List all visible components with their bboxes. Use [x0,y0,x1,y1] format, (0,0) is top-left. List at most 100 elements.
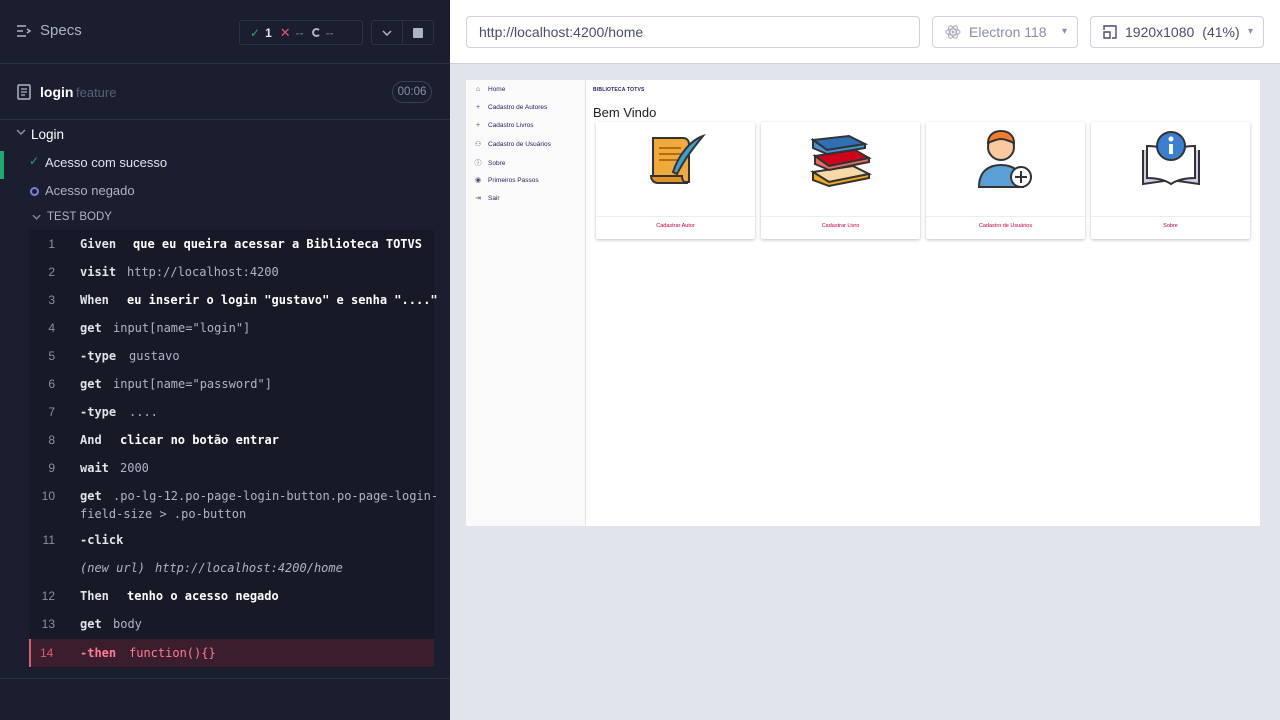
menu-item-autores[interactable]: + Cadastro de Autores [474,104,547,111]
command-number: 6 [48,377,55,391]
running-icon [30,187,39,196]
command-row[interactable]: 10 get .po-lg-12.po-page-login-button.po-p… [29,488,438,532]
preview-toolbar: http://localhost:4200/home Electron 118 … [450,0,1280,64]
test-body-toggle[interactable]: TEST BODY [32,211,112,223]
test-title: Acesso negado [45,183,135,198]
command-row-error[interactable]: 14 -then function(){} [29,639,434,667]
command-name: When [80,293,109,307]
command-number: 4 [48,321,55,335]
collapse-button[interactable] [372,21,402,44]
chevron-down-icon [32,214,41,220]
browser-label: Electron 118 [969,24,1047,40]
menu-label: Home [488,86,506,93]
new-url-value: http://localhost:4200/home [155,561,343,575]
plus-icon: + [475,122,481,129]
command-number: 12 [41,589,55,603]
menu-item-primeiros-passos[interactable]: ◉ Primeiros Passos [474,176,539,185]
x-icon: ✕ [279,24,291,40]
viewport-icon [1103,25,1117,39]
command-row[interactable]: 3 When eu inserir o login "gustavo" e senh… [29,292,437,320]
command-number: 13 [41,617,55,631]
card-cadastrar-livro[interactable]: Cadastrar Livro [761,122,920,239]
spec-file-header: login feature 00:06 [0,64,450,120]
browser-selector[interactable]: Electron 118 ▾ [932,16,1078,48]
command-row[interactable]: 4 get input[name="login"] [29,320,434,348]
menu-item-sair[interactable]: ⇥ Sair [474,194,500,203]
command-number: 14 [40,646,54,660]
menu-label: Cadastro de Autores [488,104,548,111]
specs-link[interactable]: Specs [16,22,82,39]
viewport-scale: (41%) [1202,24,1240,40]
spec-file-name: login [40,84,74,100]
new-url-row: (new url) http://localhost:4200/home [29,560,434,588]
test-row-passed[interactable]: ✓ Acesso com sucesso [0,151,450,179]
menu-item-home[interactable]: ⌂ Home [474,86,505,93]
command-row[interactable]: 7 -type.... [29,404,434,432]
new-url-label: (new url) [80,561,146,575]
chevron-down-icon: ▾ [1061,26,1067,37]
aut-preview: http://localhost:4200/home Electron 118 … [450,0,1280,720]
viewport-selector[interactable]: 1920x1080 (41%) ▾ [1090,16,1264,48]
menu-item-sobre[interactable]: ⓘ Sobre [474,158,506,168]
plus-icon: + [475,104,481,111]
command-row[interactable]: 12 Then tenho o acesso negado [29,588,434,616]
menu-label: Cadastro Livros [488,122,534,129]
command-row[interactable]: 2 visit http://localhost:4200 [29,264,434,292]
passed-bar [0,151,4,179]
viewport-size: 1920x1080 [1125,24,1195,40]
reporter-header: Specs ✓ 1 ✕ -- -- [0,0,450,64]
card-label: Sobre [1163,223,1178,229]
command-message: que eu queira acessar a Biblioteca TOTVS [133,237,422,251]
divider [926,216,1085,217]
card-sobre[interactable]: Sobre [1091,122,1250,239]
command-name: Then [80,589,109,603]
card-label: Cadastro de Usuários [978,223,1033,229]
test-stats: ✓ 1 ✕ -- -- [239,20,363,45]
stop-button[interactable] [402,21,433,44]
info-book-icon [1091,126,1250,194]
command-row[interactable]: 5 -type gustavo [29,348,434,376]
card-cadastrar-autor[interactable]: Cadastrar Autor [596,122,755,239]
test-row-running[interactable]: Acesso negado [0,179,450,203]
command-name: Given [80,237,117,251]
command-number: 7 [48,405,55,419]
command-number: 10 [41,489,55,503]
command-row[interactable]: 9 wait 2000 [29,460,434,488]
command-message: http://localhost:4200 [127,265,279,279]
command-name: -type [80,349,117,363]
command-row[interactable]: 6 get input[name="password"] [29,376,434,404]
command-message: body [113,617,142,631]
welcome-title: Bem Vindo [593,105,657,120]
command-list: 1 Given que eu queira acessar a Biblioteca… [29,230,438,668]
card-label: Cadastrar Autor [656,223,695,229]
command-message: input[name="password"] [113,377,272,391]
command-log-panel: Specs ✓ 1 ✕ -- -- login feature 00:06 Logi… [0,0,450,720]
menu-item-livros[interactable]: + Cadastro Livros [474,122,534,129]
scroll-quill-icon [596,126,755,194]
passed-count: 1 [265,25,272,40]
command-name: get [80,617,102,631]
test-title: Acesso com sucesso [45,155,168,170]
duration-badge: 00:06 [392,81,432,103]
document-icon [17,84,31,100]
command-row[interactable]: 1 Given que eu queira acessar a Biblioteca… [29,236,434,264]
specs-label: Specs [40,22,82,39]
pending-stat: -- [311,25,334,40]
specs-list-icon [17,24,32,37]
command-row[interactable]: 11 -click [29,532,434,560]
pending-count: -- [325,25,334,40]
app-sidebar: ⌂ Home + Cadastro de Autores + Cadastro Liv… [466,80,586,526]
command-message: eu inserir o login "gustavo" e senha "..… [127,293,438,307]
menu-label: Sobre [488,159,506,167]
url-bar[interactable]: http://localhost:4200/home [466,16,920,48]
command-number: 11 [42,533,55,547]
menu-item-usuarios[interactable]: ⚇ Cadastro de Usuários [474,140,551,149]
run-controls [371,20,434,45]
card-cadastro-usuarios[interactable]: Cadastro de Usuários [926,122,1085,239]
command-message: .po-lg-12.po-page-login-button.po-page-l… [113,489,439,503]
command-message: gustavo [129,349,180,363]
command-row[interactable]: 8 And clicar no botão entrar [29,432,434,460]
command-message: input[name="login"] [113,321,251,335]
command-message: 2000 [120,461,149,475]
user-icon: ⚇ [474,141,482,148]
